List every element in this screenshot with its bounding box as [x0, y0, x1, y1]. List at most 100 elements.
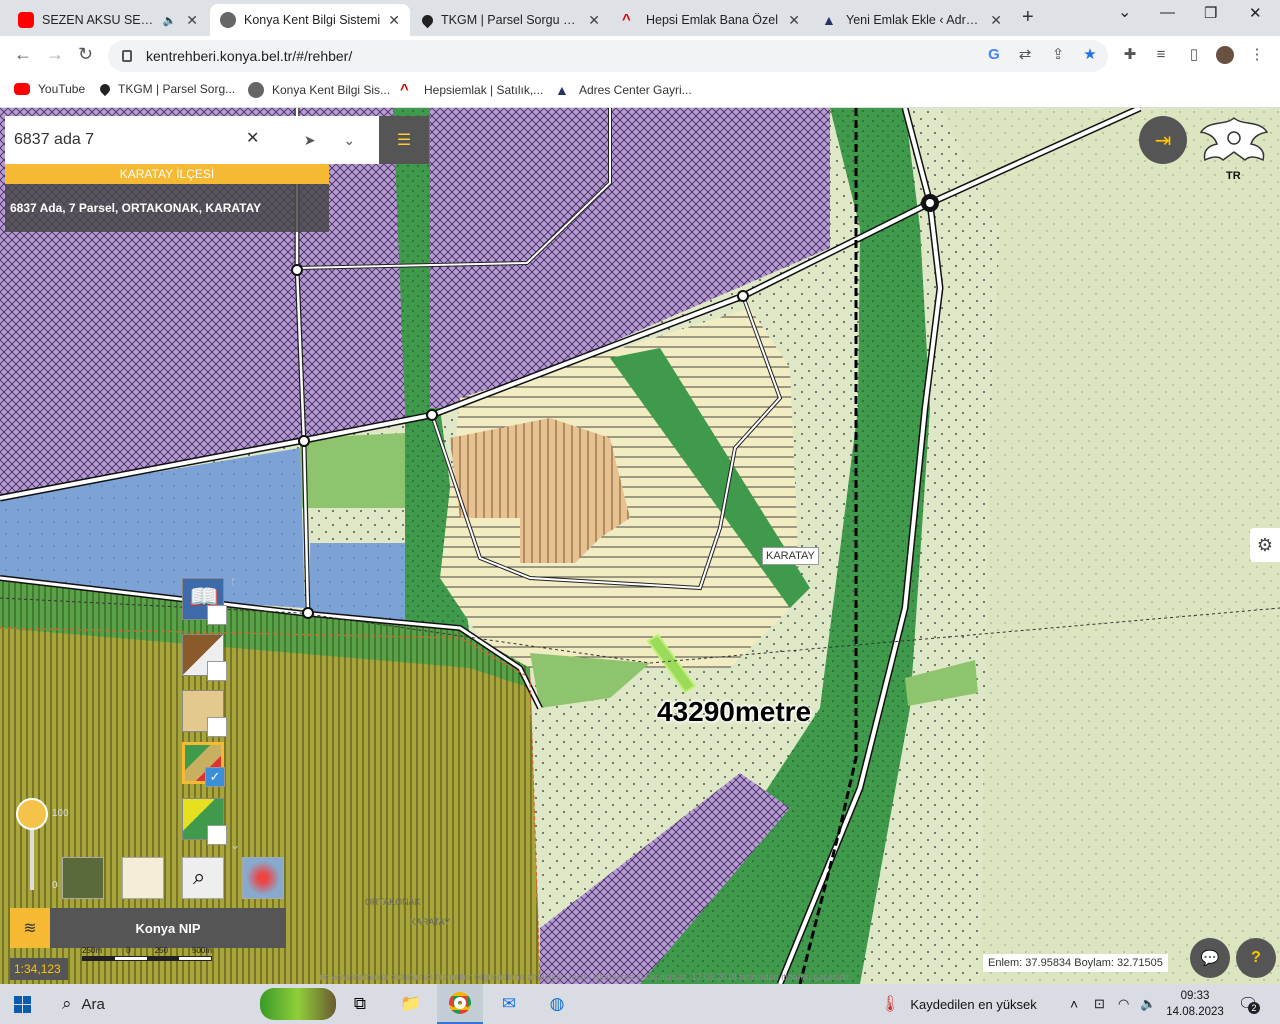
tab-search-icon[interactable]: ⌄: [1118, 2, 1131, 22]
tab-konya-kent[interactable]: Konya Kent Bilgi Sistemi ✕: [210, 4, 410, 36]
task-view-icon[interactable]: ⧉: [344, 990, 376, 1018]
district-header: KARATAY İLÇESİ: [5, 164, 329, 184]
new-tab-button[interactable]: +: [1022, 6, 1034, 29]
weather-widget[interactable]: 🌡 Kaydedilen en yüksek: [880, 984, 1037, 1024]
browser-menu-icon[interactable]: ⋮: [1248, 46, 1266, 64]
bookmark-hepsiemlak[interactable]: ^ Hepsiemlak | Satılık,...: [400, 82, 543, 98]
close-window-button[interactable]: ✕: [1249, 4, 1262, 22]
file-explorer-icon[interactable]: 📁: [395, 990, 427, 1018]
speaker-icon[interactable]: 🔈: [163, 14, 177, 27]
disclaimer-text: ile yararlanmakta olduğunuz hizmetler bi…: [320, 972, 852, 982]
layer-checkbox[interactable]: [207, 661, 227, 681]
chat-button[interactable]: 💬: [1190, 938, 1230, 978]
network-drive-icon[interactable]: ⊡: [1094, 984, 1105, 1024]
bookmark-tkgm[interactable]: TKGM | Parsel Sorg...: [97, 81, 235, 97]
bookmark-star-icon[interactable]: ★: [1081, 46, 1099, 64]
volume-icon[interactable]: 🔈: [1140, 984, 1156, 1024]
clock[interactable]: 09:33 14.08.2023: [1160, 988, 1230, 1020]
map-pin-icon: [97, 81, 113, 97]
google-icon[interactable]: G: [985, 46, 1003, 64]
bookmark-youtube[interactable]: YouTube: [14, 82, 85, 96]
konya-emblem-logo: TR: [1195, 112, 1273, 184]
basemap-satellite[interactable]: [62, 857, 104, 899]
sidepanel-icon[interactable]: ▯: [1185, 46, 1203, 64]
edge-icon[interactable]: ◍: [541, 990, 573, 1018]
layers-icon[interactable]: ≋: [10, 908, 50, 948]
layer-checkbox[interactable]: [207, 825, 227, 845]
profile-avatar[interactable]: [1216, 46, 1234, 64]
map-canvas[interactable]: 6837 ada 7 ✕ ➤ ⌄ ☰ KARATAY İLÇESİ 6837 A…: [0, 108, 1280, 984]
bookmark-adres[interactable]: ▲ Adres Center Gayri...: [555, 82, 692, 98]
parcel-result[interactable]: 6837 Ada, 7 Parsel, ORTAKONAK, KARATAY: [5, 184, 329, 232]
tab-adres-center[interactable]: ▲ Yeni Emlak Ekle ‹ Adres Ce ✕: [812, 4, 1012, 36]
list-menu-button[interactable]: ☰: [379, 116, 429, 164]
tab-youtube[interactable]: SEZEN AKSU SEÇME Ş 🔈 ✕: [8, 4, 208, 36]
tab-title: TKGM | Parsel Sorgu Uygu: [441, 13, 583, 27]
location-dropdown[interactable]: ➤ ⌄: [280, 116, 379, 164]
layer-checkbox-checked[interactable]: ✓: [205, 767, 225, 787]
share-icon[interactable]: ⇪: [1049, 46, 1067, 64]
cursor-coordinates: Enlem: 37.95834 Boylam: 32.71505: [983, 954, 1168, 972]
measurement-label: 43290metre: [657, 696, 812, 727]
layer-green[interactable]: [182, 798, 227, 845]
chrome-taskbar-icon[interactable]: [437, 984, 483, 1024]
tab-title: SEZEN AKSU SEÇME Ş: [42, 13, 159, 27]
basemap-heatmap[interactable]: [242, 857, 284, 899]
help-button[interactable]: ?: [1236, 938, 1276, 978]
forward-icon[interactable]: →: [46, 44, 64, 65]
address-bar[interactable]: kentrehberi.konya.bel.tr/#/rehber/: [108, 40, 1108, 72]
hepsiemlak-icon: ^: [622, 11, 631, 28]
tab-title: Yeni Emlak Ekle ‹ Adres Ce: [846, 13, 985, 27]
extensions-icon[interactable]: ✚: [1121, 46, 1139, 64]
adres-center-icon: ▲: [822, 12, 836, 28]
zoning-map[interactable]: [0, 108, 1280, 984]
tray-chevron-icon[interactable]: ˄: [1070, 984, 1078, 1024]
layer-topo[interactable]: [182, 690, 227, 737]
layer-scroll-down-icon[interactable]: ⌄: [230, 838, 240, 852]
restore-button[interactable]: ❐: [1204, 4, 1217, 22]
chevron-down-icon[interactable]: ⌄: [343, 132, 355, 149]
search-value: 6837 ada 7: [14, 131, 95, 148]
close-tab-icon[interactable]: ✕: [388, 12, 400, 29]
clear-search-icon[interactable]: ✕: [246, 128, 259, 148]
mail-icon[interactable]: ✉: [493, 990, 525, 1018]
basemap-search[interactable]: ⌕: [182, 857, 224, 899]
tab-title: Hepsi Emlak Bana Özel: [646, 13, 779, 27]
map-pin-icon: [419, 12, 436, 28]
windows-start-icon[interactable]: [14, 996, 31, 1013]
locate-arrow-icon[interactable]: ➤: [304, 132, 316, 149]
settings-button[interactable]: ⚙: [1250, 528, 1280, 562]
close-tab-icon[interactable]: ✕: [788, 12, 800, 29]
translate-icon[interactable]: ⇄: [1016, 46, 1034, 64]
basemap-street[interactable]: [122, 857, 164, 899]
reload-icon[interactable]: ↻: [78, 44, 93, 65]
login-button[interactable]: ⇥: [1139, 116, 1187, 164]
layer-zoning[interactable]: ✓: [182, 742, 225, 787]
media-icon[interactable]: ≡: [1152, 46, 1170, 64]
close-tab-icon[interactable]: ✕: [588, 12, 600, 29]
district-map-label: KARATAY: [762, 547, 819, 565]
tab-tkgm[interactable]: TKGM | Parsel Sorgu Uygu ✕: [412, 4, 610, 36]
minimize-button[interactable]: —: [1160, 4, 1175, 21]
opacity-slider-track[interactable]: [30, 830, 34, 890]
close-tab-icon[interactable]: ✕: [186, 12, 198, 29]
layer-book[interactable]: 📖: [182, 578, 227, 625]
search-input[interactable]: 6837 ada 7: [5, 116, 280, 164]
district-small-label: KARATAY: [410, 917, 451, 927]
wifi-icon[interactable]: ◠: [1118, 984, 1129, 1024]
layer-scroll-up-icon[interactable]: ↑: [230, 574, 236, 588]
chrome-icon: [449, 992, 471, 1014]
layer-cadastre[interactable]: [182, 634, 227, 681]
active-layer-panel[interactable]: ≋ Konya NIP: [10, 908, 286, 948]
opacity-slider-handle[interactable]: [16, 798, 48, 830]
konya-logo-icon: [220, 12, 236, 28]
layer-checkbox[interactable]: [207, 605, 227, 625]
lizard-image: [260, 988, 336, 1020]
adres-center-icon: ▲: [555, 82, 569, 98]
tab-hepsiemlak[interactable]: ^ Hepsi Emlak Bana Özel ✕: [612, 4, 810, 36]
layer-checkbox[interactable]: [207, 717, 227, 737]
back-icon[interactable]: ←: [14, 44, 32, 65]
notification-button[interactable]: 🗨 2: [1238, 994, 1260, 1014]
bookmark-konya[interactable]: Konya Kent Bilgi Sis...: [248, 82, 390, 98]
close-tab-icon[interactable]: ✕: [990, 12, 1002, 29]
